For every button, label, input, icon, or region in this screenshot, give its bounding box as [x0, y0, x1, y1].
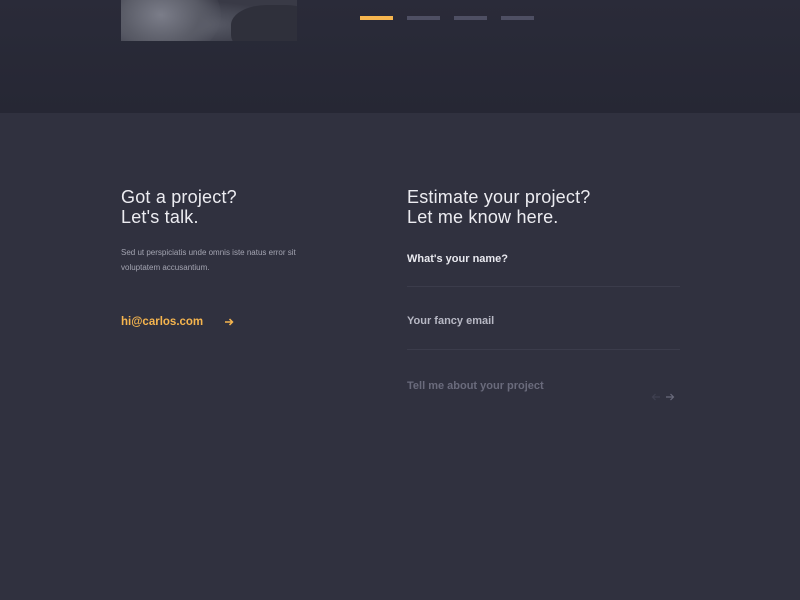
slider-indicators	[360, 16, 534, 20]
form-heading: Estimate your project? Let me know here.	[407, 187, 680, 227]
project-textarea[interactable]	[407, 380, 680, 404]
form-heading-line2: Let me know here.	[407, 207, 559, 227]
slider-dot-1[interactable]	[360, 16, 393, 20]
contact-section: Got a project? Let's talk. Sed ut perspi…	[0, 113, 800, 600]
hero-photo	[121, 0, 297, 41]
email-input[interactable]	[407, 315, 680, 327]
email-link[interactable]: hi@carlos.com	[121, 316, 234, 328]
slider-dot-4[interactable]	[501, 16, 534, 20]
project-field-wrapper	[407, 380, 680, 420]
hero-band	[0, 0, 800, 113]
contact-column: Got a project? Let's talk. Sed ut perspi…	[121, 187, 351, 328]
name-input[interactable]	[407, 253, 680, 265]
form-heading-line1: Estimate your project?	[407, 187, 591, 207]
slider-dot-3[interactable]	[454, 16, 487, 20]
submit-button[interactable]	[651, 388, 675, 406]
arrow-left-icon	[651, 388, 660, 406]
arrow-right-icon	[666, 388, 675, 406]
contact-heading-line2: Let's talk.	[121, 207, 199, 227]
contact-description: Sed ut perspiciatis unde omnis iste natu…	[121, 248, 296, 272]
slider-dot-2[interactable]	[407, 16, 440, 20]
estimate-form: Estimate your project? Let me know here.	[407, 187, 680, 404]
email-text: hi@carlos.com	[121, 316, 204, 328]
email-field-wrapper	[407, 311, 680, 350]
arrow-right-icon	[225, 318, 234, 326]
contact-heading-line1: Got a project?	[121, 187, 237, 207]
contact-heading: Got a project? Let's talk.	[121, 187, 351, 227]
name-field-wrapper	[407, 249, 680, 287]
